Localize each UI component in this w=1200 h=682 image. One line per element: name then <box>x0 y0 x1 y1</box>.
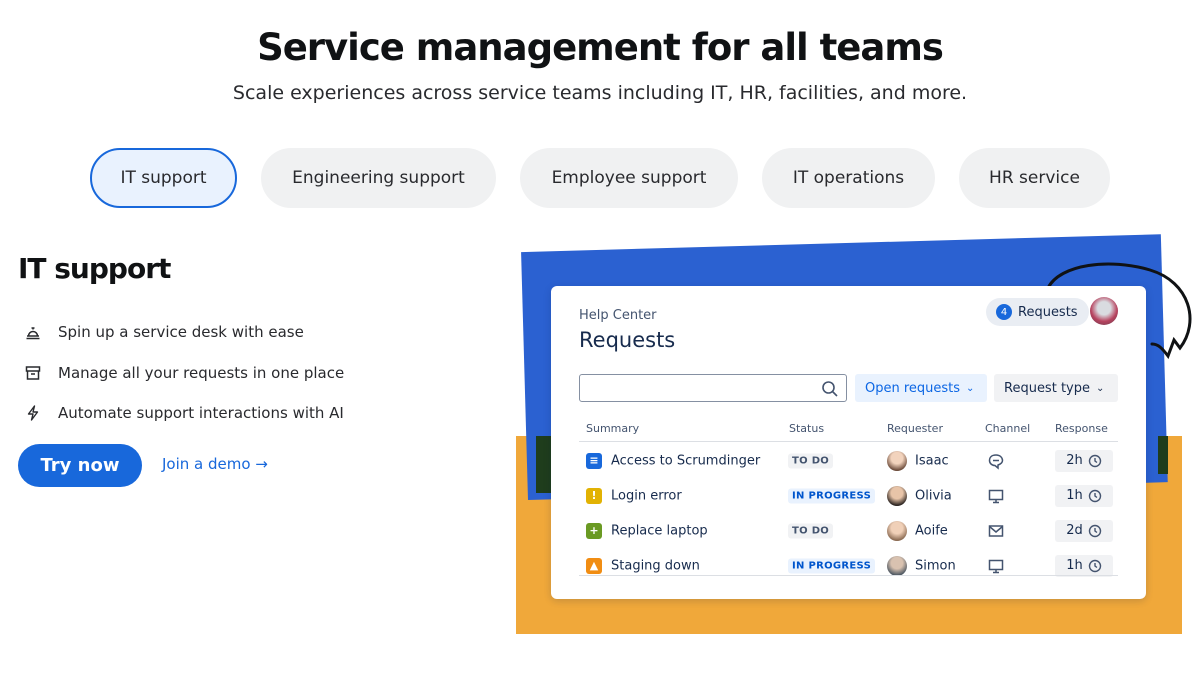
bell-icon <box>26 327 40 340</box>
page-subtitle: Scale experiences across service teams i… <box>232 82 968 104</box>
chat-icon <box>988 453 1004 470</box>
feature-item: Automate support interactions with AI <box>24 393 344 434</box>
open-requests-dropdown[interactable]: Open requests ⌄ <box>855 374 987 402</box>
clock-icon <box>1088 454 1101 467</box>
table-row[interactable]: + Replace laptop TO DO Aoife 2d <box>579 513 1118 548</box>
monitor-icon <box>988 559 1004 573</box>
user-avatar[interactable] <box>1090 297 1118 325</box>
lightning-icon <box>27 405 39 421</box>
feature-item: Spin up a service desk with ease <box>24 312 344 353</box>
product-illustration: Help Center Requests 4 Requests Open req… <box>510 234 1200 640</box>
column-summary: Summary <box>586 422 640 435</box>
feature-text: Manage all your requests in one place <box>58 363 345 382</box>
response-value: 1h <box>1066 558 1083 573</box>
column-response: Response <box>1055 422 1108 435</box>
request-type-icon: ≡ <box>586 452 602 469</box>
status-badge: TO DO <box>788 523 834 538</box>
help-center-label: Help Center <box>579 308 657 323</box>
requester-name: Simon <box>915 558 956 573</box>
requests-badge-label: Requests <box>1018 304 1078 320</box>
tab-employee-support[interactable]: Employee support <box>520 148 738 208</box>
avatar <box>887 520 907 541</box>
dropdown-label: Open requests <box>865 380 961 396</box>
requests-badge[interactable]: 4 Requests <box>986 298 1089 326</box>
clock-icon <box>1088 524 1101 537</box>
row-summary: Access to Scrumdinger <box>611 453 761 468</box>
table-header: Summary Status Requester Channel Respons… <box>579 422 1118 442</box>
response-value: 2h <box>1066 453 1083 468</box>
monitor-icon <box>988 489 1004 503</box>
requests-count: 4 <box>996 304 1012 320</box>
feature-item: Manage all your requests in one place <box>24 353 344 394</box>
section-title: IT support <box>18 252 171 285</box>
clock-icon <box>1088 489 1101 502</box>
table-row[interactable]: ! Login error IN PROGRESS Olivia 1h <box>579 478 1118 513</box>
requester-name: Olivia <box>915 488 952 503</box>
status-badge: IN PROGRESS <box>788 488 876 503</box>
feature-text: Automate support interactions with AI <box>58 404 344 423</box>
row-summary: Login error <box>611 488 682 503</box>
chevron-down-icon: ⌄ <box>966 382 975 394</box>
avatar <box>887 450 907 471</box>
avatar <box>887 555 907 576</box>
tab-it-operations[interactable]: IT operations <box>762 148 935 208</box>
requester-name: Isaac <box>915 453 949 468</box>
tab-it-support[interactable]: IT support <box>90 148 237 208</box>
clock-icon <box>1088 559 1101 572</box>
shadow-strip <box>1158 436 1168 474</box>
row-summary: Replace laptop <box>611 523 708 538</box>
column-channel: Channel <box>985 422 1031 435</box>
request-type-dropdown[interactable]: Request type ⌄ <box>994 374 1118 402</box>
request-type-icon: ! <box>586 487 602 504</box>
try-now-button[interactable]: Try now <box>18 444 142 487</box>
team-tabs: IT support Engineering support Employee … <box>0 148 1200 208</box>
table-divider <box>579 575 1118 576</box>
tab-hr-service[interactable]: HR service <box>959 148 1110 208</box>
response-value: 2d <box>1066 523 1083 538</box>
response-time: 1h <box>1055 554 1113 577</box>
join-demo-link[interactable]: Join a demo → <box>162 455 268 473</box>
feature-text: Spin up a service desk with ease <box>58 323 304 342</box>
requests-card: Help Center Requests 4 Requests Open req… <box>551 286 1146 599</box>
table-row[interactable]: ▲ Staging down IN PROGRESS Simon 1h <box>579 548 1118 583</box>
search-icon <box>822 381 838 397</box>
chevron-down-icon: ⌄ <box>1095 382 1105 394</box>
mail-icon <box>988 524 1004 537</box>
avatar <box>887 485 907 506</box>
column-status: Status <box>789 422 825 435</box>
column-requester: Requester <box>887 422 943 435</box>
page-title: Service management for all teams <box>257 26 944 69</box>
table-row[interactable]: ≡ Access to Scrumdinger TO DO Isaac 2h <box>579 443 1118 478</box>
requester-name: Aoife <box>915 523 948 538</box>
search-input[interactable] <box>579 374 847 402</box>
status-badge: TO DO <box>788 453 834 468</box>
status-badge: IN PROGRESS <box>788 558 876 573</box>
request-type-icon: + <box>586 522 602 539</box>
feature-list: Spin up a service desk with ease Manage … <box>24 312 344 434</box>
requests-title: Requests <box>579 328 676 352</box>
response-time: 2h <box>1055 449 1113 472</box>
request-type-icon: ▲ <box>586 557 602 574</box>
response-time: 1h <box>1055 484 1113 507</box>
response-time: 2d <box>1055 519 1113 542</box>
row-summary: Staging down <box>611 558 700 573</box>
dropdown-label: Request type <box>1004 380 1090 396</box>
archive-icon <box>25 366 41 380</box>
response-value: 1h <box>1066 488 1083 503</box>
tab-engineering-support[interactable]: Engineering support <box>261 148 496 208</box>
